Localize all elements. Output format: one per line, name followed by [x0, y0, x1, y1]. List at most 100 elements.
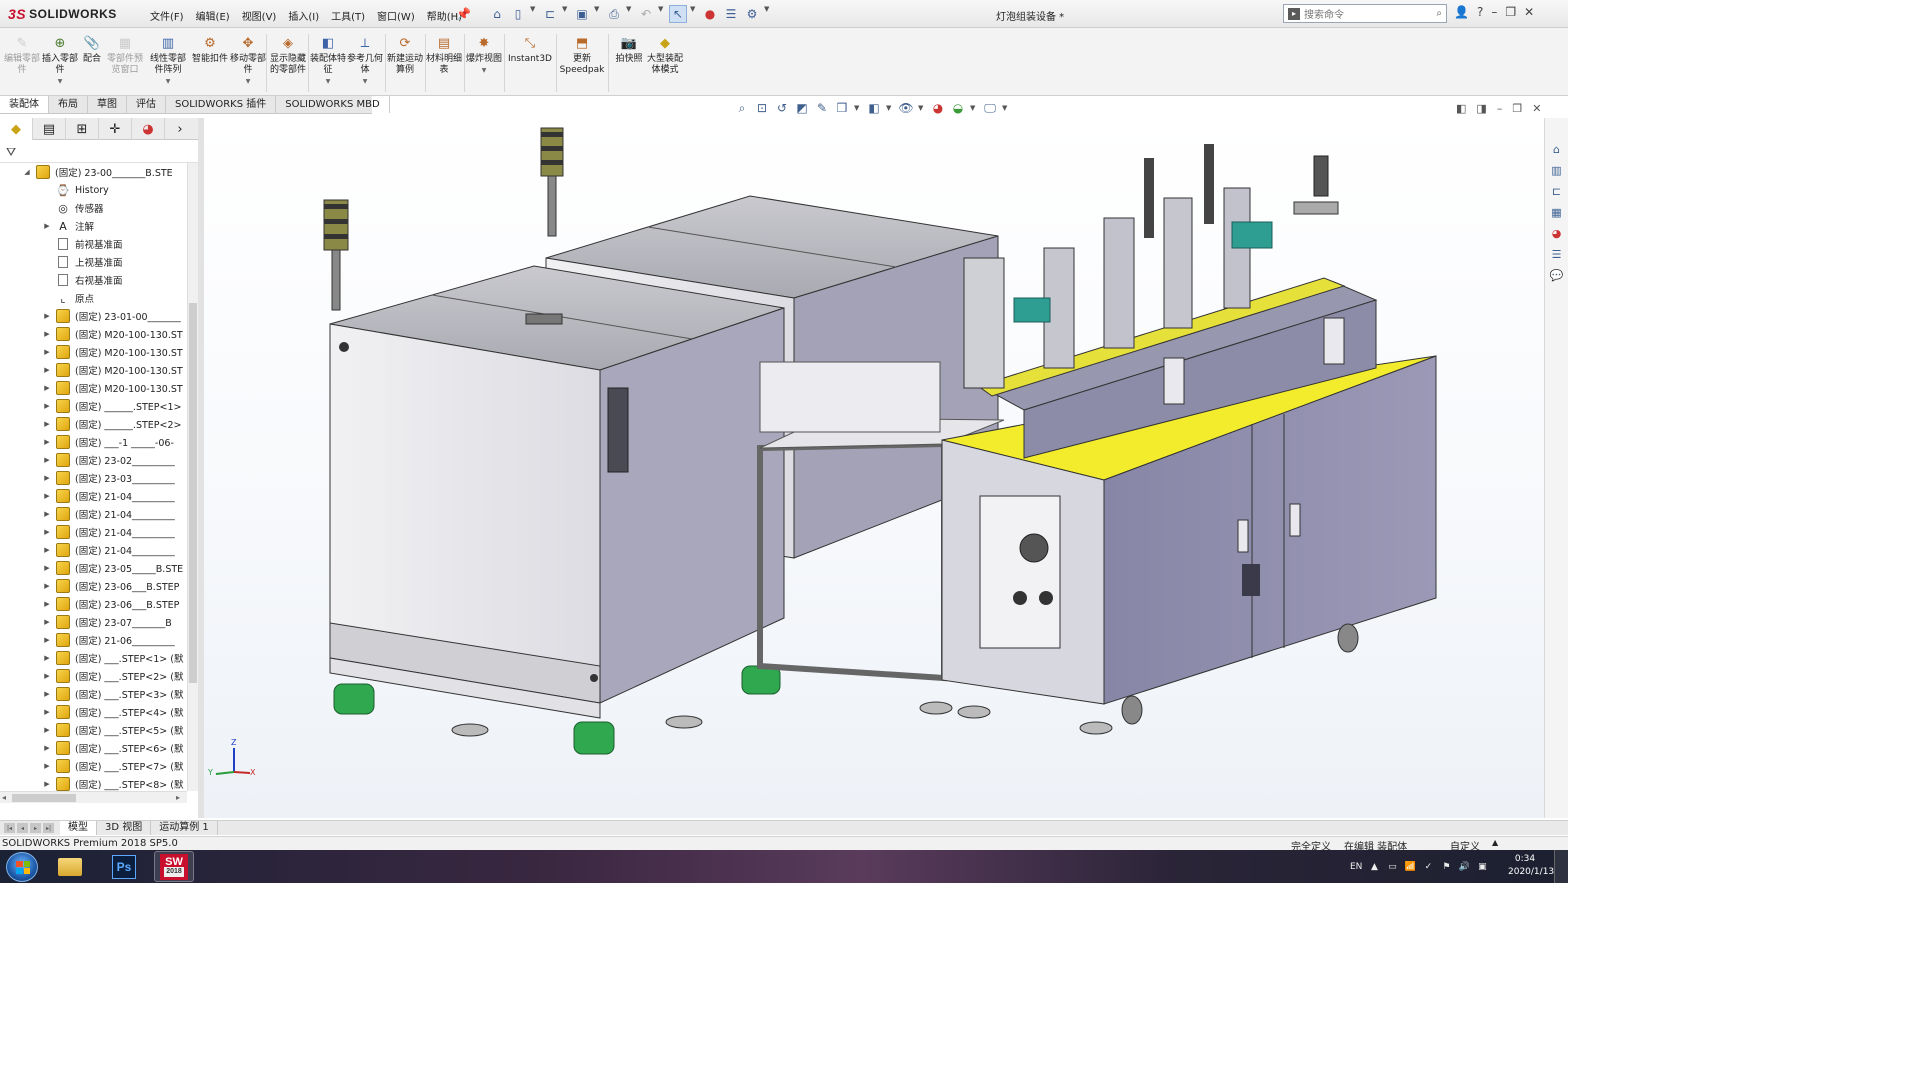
- tree-item[interactable]: ▶ (固定) 23-01-00_______: [0, 307, 187, 325]
- forum-icon[interactable]: 💬: [1545, 266, 1568, 285]
- tree-item[interactable]: ▶ (固定) 23-06___B.STEP: [0, 577, 187, 595]
- expander-arrow-icon[interactable]: ▶: [42, 726, 52, 734]
- expander-arrow-icon[interactable]: ▶: [42, 528, 52, 536]
- chevron-down-icon[interactable]: ▼: [690, 5, 698, 23]
- start-button[interactable]: [6, 852, 38, 882]
- expander-arrow-icon[interactable]: ▶: [42, 366, 52, 374]
- user-icon[interactable]: 👤: [1454, 5, 1469, 19]
- solidworks-resources-icon[interactable]: ⌂: [1545, 140, 1568, 159]
- tab-assembly[interactable]: 装配体: [0, 96, 49, 113]
- tree-item[interactable]: ▶ (固定) ___-1 _____-06-: [0, 433, 187, 451]
- prev-tab-icon[interactable]: ◂: [17, 823, 28, 833]
- last-tab-icon[interactable]: ▸|: [43, 823, 54, 833]
- tree-item[interactable]: ▶ (固定) ___.STEP<6> (默: [0, 739, 187, 757]
- chevron-down-icon[interactable]: ▼: [970, 104, 978, 112]
- graphics-area[interactable]: Z Y X: [204, 118, 1544, 818]
- view-settings-icon[interactable]: 🖵: [982, 100, 998, 116]
- display-manager-tab-icon[interactable]: ◕: [132, 118, 165, 140]
- display-style-icon[interactable]: ◧: [866, 100, 882, 116]
- assembly-features-button[interactable]: ◧ 装配体特征 ▼: [308, 34, 348, 87]
- property-manager-tab-icon[interactable]: ▤: [33, 118, 66, 140]
- tree-item[interactable]: ▶ (固定) M20-100-130.ST: [0, 379, 187, 397]
- tree-item[interactable]: ▶ (固定) 21-04_________: [0, 487, 187, 505]
- solidworks-logo[interactable]: 3S SOLIDWORKS: [8, 5, 117, 23]
- expander-collapse-icon[interactable]: ◢: [22, 168, 32, 176]
- chevron-down-icon[interactable]: ▼: [886, 104, 894, 112]
- tree-item[interactable]: ▶ A 注解: [0, 217, 187, 235]
- zoom-to-fit-icon[interactable]: ⌕: [734, 100, 750, 116]
- edit-component-button[interactable]: ✎ 编辑零部件: [2, 34, 42, 76]
- scroll-right-icon[interactable]: ▸: [176, 793, 180, 802]
- tree-item[interactable]: ▶ (固定) ___.STEP<8> (默: [0, 775, 187, 791]
- tree-item[interactable]: 右视基准面: [0, 271, 187, 289]
- expander-arrow-icon[interactable]: ▶: [42, 690, 52, 698]
- expander-arrow-icon[interactable]: ▶: [42, 348, 52, 356]
- chevron-down-icon[interactable]: ▼: [1002, 104, 1010, 112]
- tree-item[interactable]: ▶ (固定) 21-04_________: [0, 523, 187, 541]
- expander-arrow-icon[interactable]: ▶: [42, 780, 52, 788]
- chevron-down-icon[interactable]: ▼: [482, 65, 487, 76]
- expander-arrow-icon[interactable]: ▶: [42, 672, 52, 680]
- display-icon[interactable]: ▣: [1476, 861, 1488, 873]
- undo-icon[interactable]: ↶: [637, 5, 655, 23]
- expander-arrow-icon[interactable]: ▶: [42, 456, 52, 464]
- filter-icon[interactable]: ⛛: [6, 145, 16, 159]
- close-icon[interactable]: ✕: [1524, 5, 1534, 19]
- scrollbar-thumb[interactable]: [189, 303, 197, 683]
- tab-model[interactable]: 模型: [60, 821, 97, 835]
- menu-file[interactable]: 文件(F): [150, 8, 184, 23]
- expander-arrow-icon[interactable]: ▶: [42, 582, 52, 590]
- chevron-down-icon[interactable]: ▼: [658, 5, 666, 23]
- expander-arrow-icon[interactable]: ▶: [42, 744, 52, 752]
- tree-vertical-scrollbar[interactable]: [187, 163, 198, 791]
- previous-view-icon[interactable]: ↺: [774, 100, 790, 116]
- new-motion-study-button[interactable]: ⟳ 新建运动算例: [385, 34, 425, 76]
- chevron-down-icon[interactable]: ▼: [562, 5, 570, 23]
- chevron-down-icon[interactable]: ▼: [326, 76, 331, 87]
- chevron-down-icon[interactable]: ▼: [594, 5, 602, 23]
- apply-scene-icon[interactable]: ◒: [950, 100, 966, 116]
- restore-icon[interactable]: ❐: [1505, 5, 1516, 19]
- hide-show-items-icon[interactable]: 👁: [898, 100, 914, 116]
- search-mode-icon[interactable]: ▸: [1288, 7, 1300, 20]
- help-icon[interactable]: ?: [1477, 5, 1483, 19]
- expander-arrow-icon[interactable]: ▶: [42, 510, 52, 518]
- expander-arrow-icon[interactable]: ▶: [42, 600, 52, 608]
- file-properties-icon[interactable]: ☰: [722, 5, 740, 23]
- volume-icon[interactable]: 🔊: [1458, 861, 1470, 873]
- network-icon[interactable]: 📶: [1404, 861, 1416, 873]
- tree-item[interactable]: ▶ (固定) 21-04_________: [0, 505, 187, 523]
- rebuild-traffic-light-icon[interactable]: ●: [701, 5, 719, 23]
- zoom-to-area-icon[interactable]: ⊡: [754, 100, 770, 116]
- taskbar-clock[interactable]: 0:34 2020/1/13: [1508, 853, 1554, 879]
- menu-window[interactable]: 窗口(W): [377, 8, 415, 23]
- tree-item[interactable]: ▶ (固定) ______.STEP<2>: [0, 415, 187, 433]
- show-hidden-components-button[interactable]: ◈ 显示隐藏的零部件: [268, 34, 308, 76]
- take-snapshot-button[interactable]: 📷 拍快照: [609, 34, 649, 65]
- chevron-down-icon[interactable]: ▼: [246, 76, 251, 87]
- scrollbar-thumb[interactable]: [12, 794, 76, 802]
- expander-arrow-icon[interactable]: ▶: [42, 222, 52, 230]
- signal-tower-rear[interactable]: [540, 127, 564, 237]
- chevron-down-icon[interactable]: ▼: [626, 5, 634, 23]
- taskbar-solidworks[interactable]: SW 2018: [154, 851, 194, 882]
- dimxpert-tab-icon[interactable]: ✛: [99, 118, 132, 140]
- expander-arrow-icon[interactable]: ▶: [42, 312, 52, 320]
- open-icon[interactable]: ⊏: [541, 5, 559, 23]
- reference-geometry-button[interactable]: ⟂ 参考几何体 ▼: [345, 34, 385, 87]
- show-hidden-icons-icon[interactable]: ▲: [1368, 861, 1380, 873]
- tree-item[interactable]: ▶ (固定) M20-100-130.ST: [0, 343, 187, 361]
- options-gear-icon[interactable]: ⚙: [743, 5, 761, 23]
- restore-icon[interactable]: ❐: [1512, 102, 1522, 115]
- expander-arrow-icon[interactable]: ▶: [42, 708, 52, 716]
- view-palette-icon[interactable]: ▦: [1545, 203, 1568, 222]
- expander-arrow-icon[interactable]: ▶: [42, 618, 52, 626]
- view-orientation-icon[interactable]: ❒: [834, 100, 850, 116]
- tab-3d-views[interactable]: 3D 视图: [97, 821, 152, 835]
- select-cursor-icon[interactable]: ↖: [669, 5, 687, 23]
- front-enclosure[interactable]: [329, 265, 785, 719]
- linear-pattern-button[interactable]: ▥ 线性零部件阵列 ▼: [146, 34, 190, 87]
- expander-arrow-icon[interactable]: ▶: [42, 636, 52, 644]
- minimize-icon[interactable]: –: [1491, 5, 1497, 19]
- chevron-down-icon[interactable]: ▼: [918, 104, 926, 112]
